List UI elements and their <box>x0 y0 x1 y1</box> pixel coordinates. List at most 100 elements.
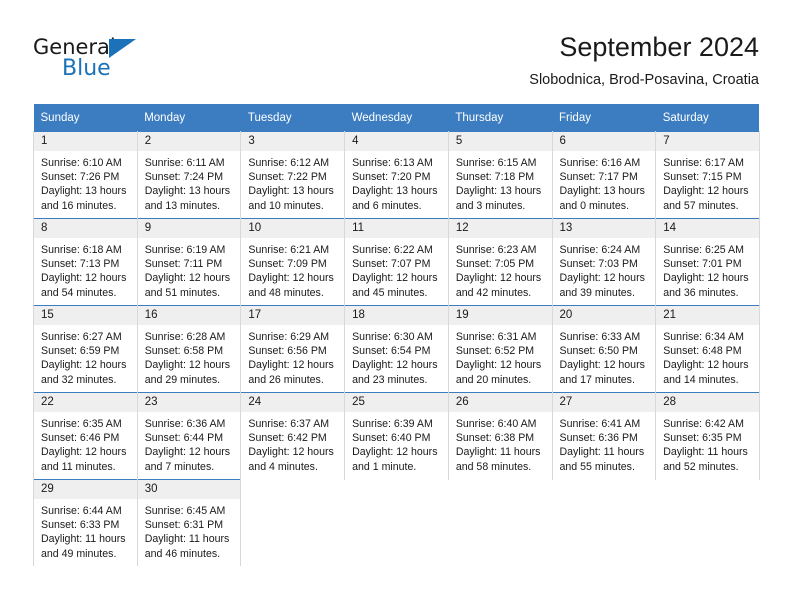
daylight-text-line2: and 3 minutes. <box>455 199 526 212</box>
sunset-text: Sunset: 6:40 PM <box>352 432 431 445</box>
daylight-text-line1: Daylight: 11 hours <box>559 446 645 459</box>
calendar-cell-empty <box>240 479 345 566</box>
calendar-day-cell[interactable]: 22 Sunrise: 6:35 AM Sunset: 6:46 PM Dayligh… <box>33 392 138 480</box>
day-details: Sunrise: 6:28 AM Sunset: 6:58 PM Daylight:… <box>138 325 241 387</box>
calendar-day-cell[interactable]: 29 Sunrise: 6:44 AM Sunset: 6:33 PM Dayligh… <box>33 479 138 566</box>
day-number: 1 <box>34 132 137 151</box>
sunset-text: Sunset: 7:03 PM <box>559 258 638 271</box>
daylight-text-line1: Daylight: 12 hours <box>144 359 231 372</box>
day-details: Sunrise: 6:42 AM Sunset: 6:35 PM Daylight:… <box>656 412 759 474</box>
logo-text-blue: Blue <box>62 56 111 81</box>
calendar-day-cell[interactable]: 14 Sunrise: 6:25 AM Sunset: 7:01 PM Dayligh… <box>655 218 760 306</box>
sunset-text: Sunset: 6:46 PM <box>41 432 120 445</box>
sunrise-text: Sunrise: 6:10 AM <box>41 157 122 169</box>
daylight-text-line1: Daylight: 12 hours <box>559 359 645 372</box>
calendar-page: General Blue September 2024 Slobodnica, … <box>0 0 792 612</box>
day-number: 28 <box>656 393 759 412</box>
sunset-text: Sunset: 6:58 PM <box>144 345 224 358</box>
calendar-day-cell[interactable]: 12 Sunrise: 6:23 AM Sunset: 7:05 PM Dayligh… <box>447 218 553 306</box>
calendar-week-row: 29 Sunrise: 6:44 AM Sunset: 6:33 PM Dayligh… <box>33 479 760 566</box>
sunrise-text: Sunrise: 6:23 AM <box>455 244 537 256</box>
calendar-cell-empty <box>344 479 449 566</box>
day-number: 8 <box>34 219 137 238</box>
sunrise-text: Sunrise: 6:27 AM <box>41 331 122 343</box>
day-details: Sunrise: 6:19 AM Sunset: 7:11 PM Daylight:… <box>138 238 241 300</box>
calendar-day-cell[interactable]: 4 Sunrise: 6:13 AM Sunset: 7:20 PM Daylight… <box>344 131 449 219</box>
calendar-cell-empty <box>655 479 760 566</box>
daylight-text-line1: Daylight: 12 hours <box>455 272 542 285</box>
day-number: 9 <box>137 219 241 238</box>
daylight-text-line1: Daylight: 13 hours <box>144 185 231 198</box>
sunrise-text: Sunrise: 6:29 AM <box>248 331 330 343</box>
sunset-text: Sunset: 7:09 PM <box>248 258 327 271</box>
day-number: 7 <box>656 132 759 151</box>
calendar-day-cell[interactable]: 10 Sunrise: 6:21 AM Sunset: 7:09 PM Dayligh… <box>240 218 346 306</box>
calendar-day-cell[interactable]: 5 Sunrise: 6:15 AM Sunset: 7:18 PM Daylight… <box>447 131 553 219</box>
calendar-day-cell[interactable]: 3 Sunrise: 6:12 AM Sunset: 7:22 PM Daylight… <box>240 131 346 219</box>
day-details: Sunrise: 6:39 AM Sunset: 6:40 PM Daylight:… <box>345 412 448 474</box>
calendar-day-cell[interactable]: 19 Sunrise: 6:31 AM Sunset: 6:52 PM Dayligh… <box>447 305 553 393</box>
day-number: 14 <box>656 219 759 238</box>
calendar-day-cell[interactable]: 23 Sunrise: 6:36 AM Sunset: 6:44 PM Dayligh… <box>136 392 242 480</box>
daylight-text-line2: and 36 minutes. <box>663 286 739 299</box>
sunset-text: Sunset: 6:44 PM <box>144 432 224 445</box>
calendar-day-cell[interactable]: 9 Sunrise: 6:19 AM Sunset: 7:11 PM Daylight… <box>136 218 242 306</box>
calendar-week-row: 15 Sunrise: 6:27 AM Sunset: 6:59 PM Dayligh… <box>33 305 760 393</box>
calendar-day-cell[interactable]: 30 Sunrise: 6:45 AM Sunset: 6:31 PM Dayligh… <box>136 479 242 566</box>
calendar-day-cell[interactable]: 17 Sunrise: 6:29 AM Sunset: 6:56 PM Dayligh… <box>240 305 346 393</box>
day-number: 15 <box>34 306 137 325</box>
generalblue-logo[interactable]: General Blue <box>33 36 163 84</box>
calendar-cell-empty <box>448 479 553 566</box>
weekday-header-saturday: Saturday <box>655 104 760 132</box>
sunrise-text: Sunrise: 6:45 AM <box>144 505 226 517</box>
calendar-day-cell[interactable]: 18 Sunrise: 6:30 AM Sunset: 6:54 PM Dayligh… <box>344 305 449 393</box>
daylight-text-line2: and 13 minutes. <box>144 199 221 212</box>
day-details: Sunrise: 6:10 AM Sunset: 7:26 PM Daylight:… <box>34 151 137 213</box>
calendar-day-cell[interactable]: 16 Sunrise: 6:28 AM Sunset: 6:58 PM Dayligh… <box>136 305 242 393</box>
sunrise-text: Sunrise: 6:22 AM <box>352 244 433 256</box>
sunrise-text: Sunrise: 6:42 AM <box>663 418 744 430</box>
daylight-text-line1: Daylight: 11 hours <box>144 533 230 546</box>
daylight-text-line2: and 0 minutes. <box>559 199 630 212</box>
calendar-day-cell[interactable]: 11 Sunrise: 6:22 AM Sunset: 7:07 PM Dayligh… <box>344 218 449 306</box>
sunset-text: Sunset: 6:54 PM <box>352 345 431 358</box>
calendar-day-cell[interactable]: 27 Sunrise: 6:41 AM Sunset: 6:36 PM Dayligh… <box>551 392 657 480</box>
weekday-header-wednesday: Wednesday <box>344 104 449 132</box>
daylight-text-line1: Daylight: 12 hours <box>559 272 645 285</box>
daylight-text-line2: and 57 minutes. <box>663 199 739 212</box>
calendar-day-cell[interactable]: 2 Sunrise: 6:11 AM Sunset: 7:24 PM Daylight… <box>136 131 242 219</box>
daylight-text-line1: Daylight: 12 hours <box>352 446 438 459</box>
calendar-day-cell[interactable]: 15 Sunrise: 6:27 AM Sunset: 6:59 PM Dayligh… <box>33 305 138 393</box>
daylight-text-line2: and 29 minutes. <box>144 373 221 386</box>
calendar-day-cell[interactable]: 20 Sunrise: 6:33 AM Sunset: 6:50 PM Dayligh… <box>551 305 657 393</box>
calendar-day-cell[interactable]: 13 Sunrise: 6:24 AM Sunset: 7:03 PM Dayligh… <box>551 218 657 306</box>
daylight-text-line1: Daylight: 13 hours <box>352 185 438 198</box>
calendar-day-cell[interactable]: 1 Sunrise: 6:10 AM Sunset: 7:26 PM Daylight… <box>33 131 138 219</box>
calendar-day-cell[interactable]: 21 Sunrise: 6:34 AM Sunset: 6:48 PM Dayligh… <box>655 305 760 393</box>
sunset-text: Sunset: 7:15 PM <box>663 171 742 184</box>
calendar-day-cell[interactable]: 24 Sunrise: 6:37 AM Sunset: 6:42 PM Dayligh… <box>240 392 346 480</box>
sunset-text: Sunset: 7:01 PM <box>663 258 742 271</box>
day-number: 13 <box>552 219 656 238</box>
sunrise-text: Sunrise: 6:13 AM <box>352 157 433 169</box>
daylight-text-line2: and 39 minutes. <box>559 286 635 299</box>
weekday-header-friday: Friday <box>552 104 656 132</box>
logo-text-general: General <box>33 35 116 59</box>
daylight-text-line2: and 51 minutes. <box>144 286 221 299</box>
calendar-day-cell[interactable]: 7 Sunrise: 6:17 AM Sunset: 7:15 PM Daylight… <box>655 131 760 219</box>
calendar-day-cell[interactable]: 26 Sunrise: 6:40 AM Sunset: 6:38 PM Dayligh… <box>447 392 553 480</box>
daylight-text-line1: Daylight: 12 hours <box>41 446 127 459</box>
calendar-day-cell[interactable]: 25 Sunrise: 6:39 AM Sunset: 6:40 PM Dayligh… <box>344 392 449 480</box>
sunrise-text: Sunrise: 6:16 AM <box>559 157 641 169</box>
day-details: Sunrise: 6:34 AM Sunset: 6:48 PM Daylight:… <box>656 325 759 387</box>
day-details: Sunrise: 6:29 AM Sunset: 6:56 PM Daylight:… <box>241 325 344 387</box>
day-details: Sunrise: 6:35 AM Sunset: 6:46 PM Daylight:… <box>34 412 137 474</box>
daylight-text-line2: and 14 minutes. <box>663 373 739 386</box>
calendar-day-cell[interactable]: 6 Sunrise: 6:16 AM Sunset: 7:17 PM Daylight… <box>551 131 657 219</box>
calendar-day-cell[interactable]: 8 Sunrise: 6:18 AM Sunset: 7:13 PM Daylight… <box>33 218 138 306</box>
calendar-day-cell[interactable]: 28 Sunrise: 6:42 AM Sunset: 6:35 PM Dayligh… <box>655 392 760 480</box>
day-details: Sunrise: 6:44 AM Sunset: 6:33 PM Daylight:… <box>34 499 137 561</box>
day-details: Sunrise: 6:13 AM Sunset: 7:20 PM Daylight:… <box>345 151 448 213</box>
day-number: 2 <box>137 132 241 151</box>
day-details: Sunrise: 6:21 AM Sunset: 7:09 PM Daylight:… <box>241 238 344 300</box>
